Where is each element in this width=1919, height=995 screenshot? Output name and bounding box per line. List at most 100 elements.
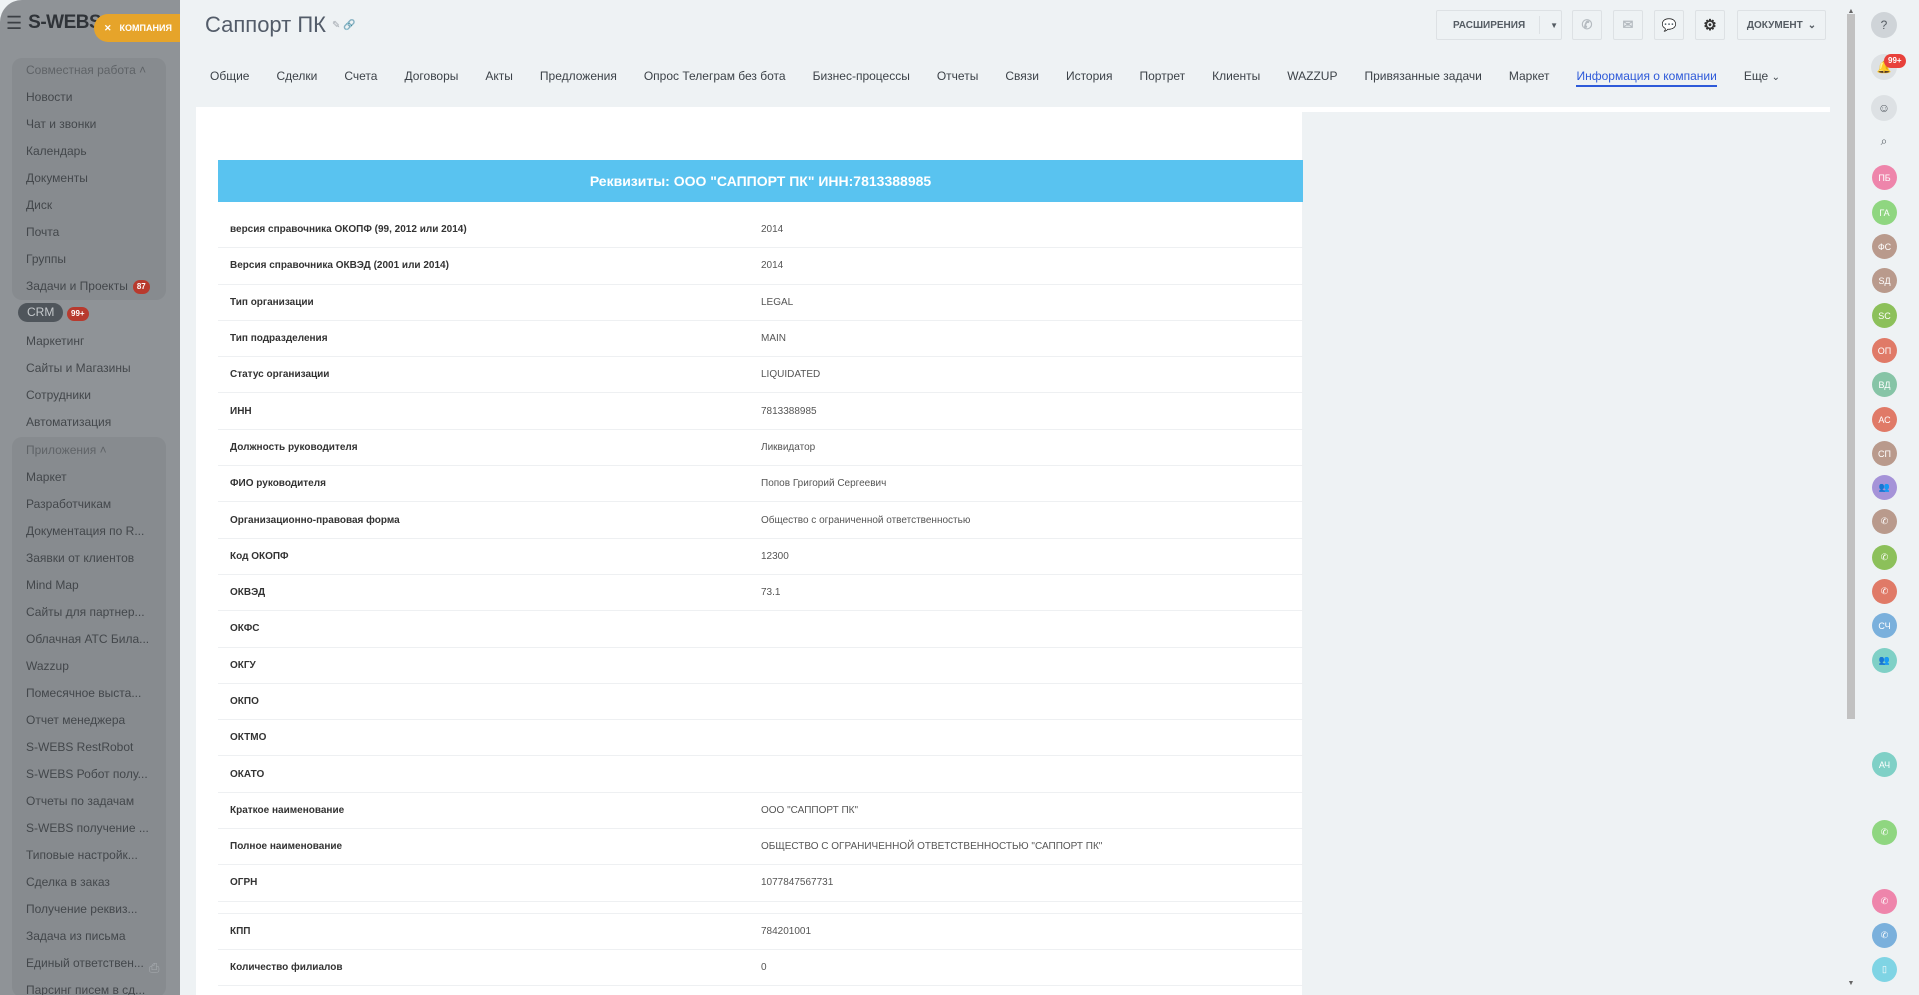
sidebar-item[interactable]: Календарь [26,142,87,160]
contact-avatar[interactable]: 👥 [1872,475,1897,500]
sidebar-item[interactable]: Mind Map [26,576,79,594]
sidebar-item[interactable]: Маркет [26,468,67,486]
sidebar-item[interactable]: Сделка в заказ [26,873,110,891]
menu-icon[interactable]: ☰ [6,13,22,34]
sidebar-item[interactable]: Сайты для партнер... [26,603,145,621]
row-label: ОКВЭД [230,587,266,599]
sidebar-item[interactable]: Почта [26,223,59,241]
sidebar-item[interactable]: Приложения ˄ [26,441,107,459]
contact-avatar[interactable]: ▯ [1872,957,1897,982]
tab[interactable]: История [1066,67,1113,87]
contact-avatar[interactable]: ГА [1872,200,1897,225]
contact-avatar[interactable]: АС [1872,407,1897,432]
contact-avatar[interactable]: SД [1872,268,1897,293]
sidebar-item[interactable]: Маркетинг [26,332,84,350]
tab[interactable]: Опрос Телеграм без бота [644,67,786,87]
sidebar-item[interactable]: Wazzup [26,657,69,675]
sidebar-item[interactable]: Документы [26,169,88,187]
sidebar-item[interactable]: Отчет менеджера [26,711,125,729]
tab[interactable]: Договоры [404,67,458,87]
contact-avatar[interactable]: ВД [1872,372,1897,397]
contact-avatar[interactable]: СЧ [1872,613,1897,638]
sidebar-item[interactable]: Задачи и Проекты 87 [26,277,150,295]
scrollbar[interactable]: ▲ ▼ [1845,8,1857,993]
contact-avatar[interactable]: ✆ [1872,889,1897,914]
tab[interactable]: Привязанные задачи [1364,67,1481,87]
sidebar-item[interactable]: Сотрудники [26,386,91,404]
contact-avatar[interactable]: ОП [1872,338,1897,363]
tab[interactable]: Связи [1005,67,1039,87]
sidebar-item[interactable]: Парсинг писем в сд... [26,981,145,995]
tab[interactable]: Сделки [276,67,317,87]
tab[interactable]: Отчеты [937,67,978,87]
tab[interactable]: Маркет [1509,67,1550,87]
tab[interactable]: Информация о компании [1576,67,1717,87]
search-icon[interactable]: ⌕ [1871,128,1897,154]
sidebar-item[interactable]: Разработчикам [26,495,111,513]
sidebar-item[interactable]: Заявки от клиентов [26,549,134,567]
sidebar-item[interactable]: Помесячное выста... [26,684,141,702]
contact-avatar[interactable]: ✆ [1872,923,1897,948]
contact-avatar[interactable]: ✆ [1872,509,1897,534]
document-button[interactable]: ДОКУМЕНТ ⌄ [1737,10,1826,40]
tab[interactable]: WAZZUP [1287,67,1337,87]
contact-avatar[interactable]: СП [1872,441,1897,466]
tab[interactable]: Бизнес-процессы [813,67,910,87]
contact-avatar[interactable]: ФС [1872,234,1897,259]
contact-avatar[interactable]: ✆ [1872,545,1897,570]
tab[interactable]: Портрет [1139,67,1185,87]
mail-button[interactable]: ✉ [1613,10,1643,40]
sidebar-item[interactable]: Единый ответствен... [26,954,144,972]
sidebar-item-crm[interactable]: CRM [18,303,64,322]
sidebar-item[interactable]: Получение реквиз... [26,900,137,918]
contact-avatar[interactable]: 👥 [1872,648,1897,673]
row-value: 73.1 [761,587,781,599]
extensions-button[interactable]: РАСШИРЕНИЯ ▼ [1436,10,1562,40]
row-label: Количество филиалов [230,962,343,974]
sidebar-item[interactable]: Группы [26,250,66,268]
row-label: ОГРН [230,877,258,889]
sidebar-item[interactable]: Сайты и Магазины [26,359,131,377]
contact-avatar[interactable]: АЧ [1872,752,1897,777]
sidebar-item[interactable]: Чат и звонки [26,115,96,133]
tab[interactable]: Предложения [540,67,617,87]
contact-avatar[interactable]: ПБ [1872,165,1897,190]
table-row: ОКГУ [218,648,1303,684]
sidebar-item[interactable]: S-WEBS RestRobot [26,738,133,756]
row-label: ОКГУ [230,659,256,671]
sidebar-item[interactable]: S-WEBS получение ... [26,819,149,837]
edit-link-icon[interactable]: ✎ 🔗 [332,20,356,31]
settings-gear-button[interactable]: ⚙ [1695,10,1725,40]
side-panel [1302,112,1846,995]
sidebar-item[interactable]: Облачная АТС Била... [26,630,149,648]
row-label: Полное наименование [230,841,343,853]
contact-avatar[interactable]: ✆ [1872,820,1897,845]
sidebar-item[interactable]: S-WEBS Робот полу... [26,765,148,783]
sidebar-item[interactable]: Новости [26,88,72,106]
main-area: Саппорт ПК ✎ 🔗 РАСШИРЕНИЯ ▼ ✆ ✉ 💬 ⚙ ДОКУМЕ… [180,0,1860,995]
sidebar-item[interactable]: Задача из письма [26,927,126,945]
row-label: Тип организации [230,296,314,308]
close-company-button[interactable]: ✕ КОМПАНИЯ [94,14,180,42]
chevron-down-icon: ⌄ [1807,19,1817,31]
messages-icon[interactable]: ☺ [1871,95,1897,121]
tab[interactable]: Счета [344,67,377,87]
sidebar-item[interactable]: Документация по R... [26,522,144,540]
contact-avatar[interactable]: SC [1872,303,1897,328]
sidebar-item[interactable]: Автоматизация [26,413,111,431]
help-icon[interactable]: ? [1871,12,1897,38]
row-value: 1077847567731 [761,877,834,889]
tab[interactable]: Еще ⌄ [1744,67,1780,87]
sidebar-item[interactable]: Совместная работа ˄ [26,61,146,79]
table-row: Количество филиалов 0 [218,950,1303,987]
chat-button[interactable]: 💬 [1654,10,1684,40]
sidebar-item[interactable]: Диск [26,196,52,214]
tab[interactable]: Общие [210,67,249,87]
printer-icon[interactable]: ⎙ [149,960,159,976]
sidebar-item[interactable]: Отчеты по задачам [26,792,134,810]
contact-avatar[interactable]: ✆ [1872,579,1897,604]
tab[interactable]: Клиенты [1212,67,1260,87]
tab[interactable]: Акты [485,67,513,87]
phone-button[interactable]: ✆ [1572,10,1602,40]
sidebar-item[interactable]: Типовые настройк... [26,846,138,864]
